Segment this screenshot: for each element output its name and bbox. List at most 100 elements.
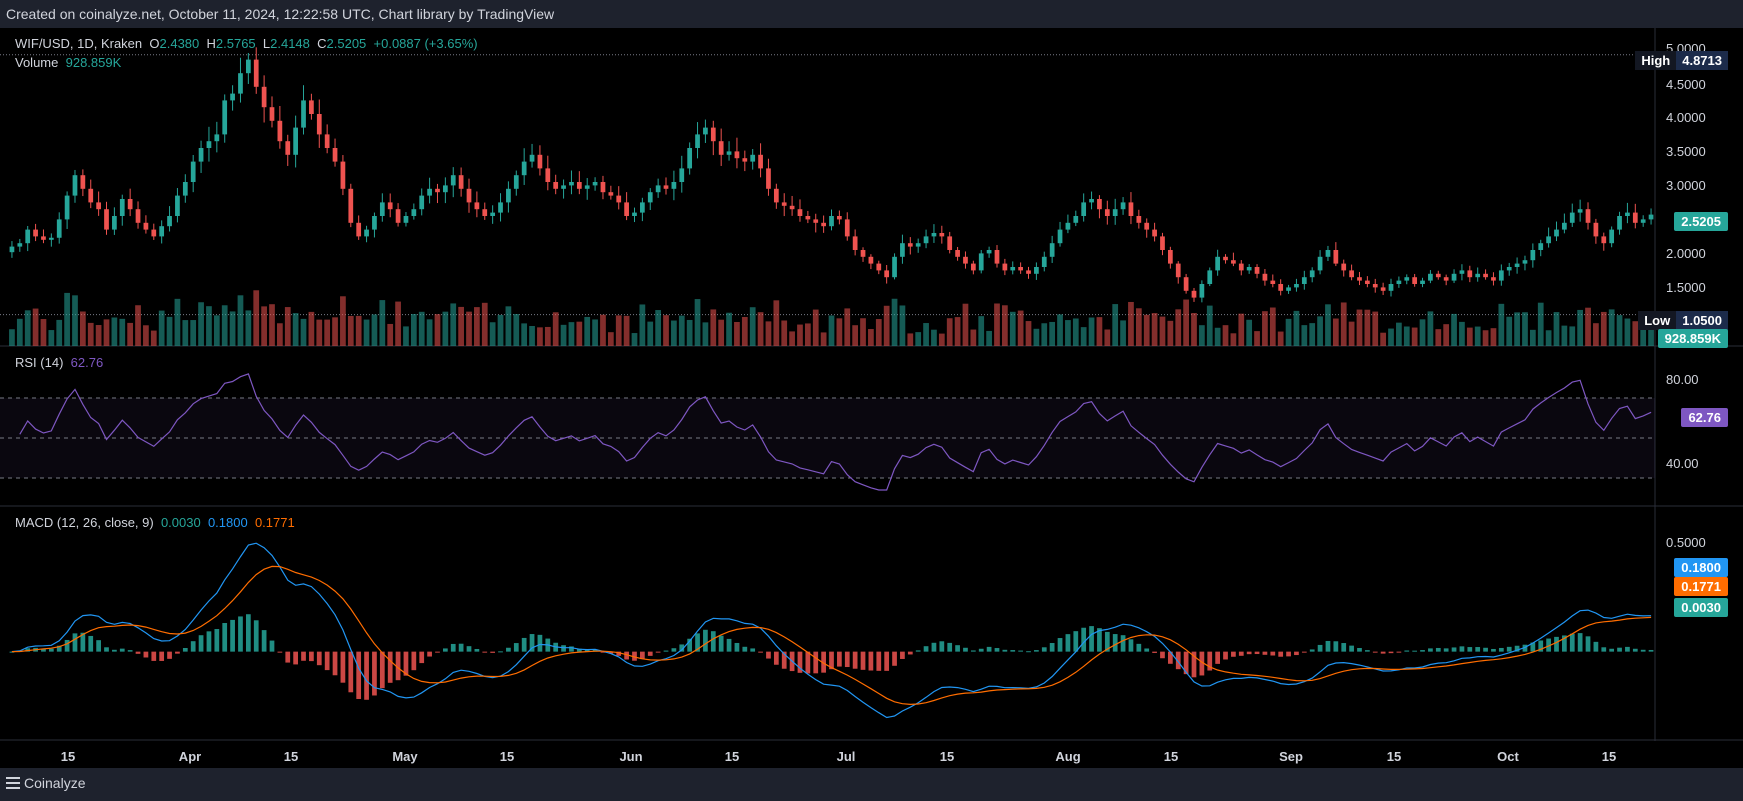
volume-bar — [560, 324, 567, 346]
candle-body — [261, 86, 267, 108]
volume-bar — [749, 307, 756, 346]
macd-histogram-bar — [1404, 650, 1410, 652]
candle-body — [529, 154, 535, 162]
macd-histogram-bar — [1357, 648, 1362, 652]
candle-body — [340, 161, 346, 189]
macd-histogram-bar — [1593, 641, 1599, 652]
macd-histogram-bar — [474, 648, 480, 652]
coinalyze-brand[interactable]: Coinalyze — [6, 772, 85, 794]
volume-bar — [607, 332, 614, 346]
macd-histogram-bar — [1640, 649, 1646, 652]
candle-body — [190, 161, 196, 182]
brand-label: Coinalyze — [24, 775, 86, 791]
candle-body — [17, 243, 23, 247]
macd-legend: MACD (12, 26, close, 9) 0.0030 0.1800 0.… — [15, 515, 295, 530]
macd-histogram-bar — [1435, 647, 1441, 652]
candle-body — [151, 229, 157, 237]
macd-histogram-bar — [230, 619, 235, 652]
candle-body — [1538, 243, 1544, 250]
macd-histogram-bar — [1018, 650, 1023, 652]
price-tick: 4.0000 — [1666, 110, 1706, 125]
volume-bar — [371, 314, 378, 346]
candle-body — [411, 209, 417, 216]
macd-histogram-bar — [892, 651, 897, 666]
candle-body — [884, 270, 890, 278]
candle-body — [135, 209, 141, 223]
candle-body — [1546, 236, 1551, 244]
candle-body — [1420, 280, 1425, 284]
macd-signal-value: 0.1771 — [254, 515, 295, 530]
macd-histogram-bar — [450, 643, 456, 652]
candle-body — [1625, 212, 1630, 216]
volume-bar — [182, 320, 189, 346]
price-tick: 3.0000 — [1666, 178, 1706, 193]
volume-bar — [1340, 302, 1347, 346]
macd-histogram-bar — [182, 648, 188, 652]
volume-bar — [64, 292, 70, 346]
macd-histogram-bar — [750, 648, 756, 652]
macd-histogram-bar — [222, 623, 228, 652]
volume-bar — [395, 301, 401, 346]
candle-body — [600, 182, 606, 193]
macd-histogram-bar — [1609, 648, 1615, 652]
macd-histogram-bar — [947, 642, 953, 652]
time-tick: 15 — [1163, 749, 1179, 764]
volume-bar — [1459, 321, 1465, 346]
volume-bar — [403, 326, 409, 346]
volume-bar — [198, 302, 204, 346]
macd-histogram-bar — [1144, 648, 1150, 652]
candle-body — [773, 188, 779, 203]
chart-area[interactable]: WIF/USD, 1D, Kraken O2.4380 H2.5765 L2.4… — [0, 28, 1743, 768]
macd-histogram-bar — [490, 651, 496, 653]
candle-body — [1451, 273, 1457, 281]
volume-bar — [938, 333, 945, 346]
candle-body — [1467, 270, 1473, 278]
last-price-tag: 2.5205 — [1674, 212, 1728, 231]
time-tick: Apr — [178, 749, 202, 764]
candle-body — [301, 100, 306, 128]
macd-histogram-bar — [931, 642, 937, 652]
candle-body — [703, 127, 708, 135]
candle-body — [1483, 273, 1488, 278]
symbol-label: WIF/USD, 1D, Kraken — [15, 36, 143, 51]
volume-bar — [1569, 326, 1576, 346]
volume-bar — [836, 318, 843, 346]
chart-canvas[interactable] — [0, 28, 1743, 768]
volume-bar — [253, 290, 260, 346]
volume-bar — [1057, 314, 1063, 346]
candle-body — [1238, 263, 1244, 271]
candle-body — [829, 216, 834, 227]
volume-bar — [1403, 326, 1410, 346]
macd-histogram-bar — [1073, 631, 1079, 652]
volume-bar — [119, 318, 126, 346]
macd-histogram-bar — [435, 651, 440, 653]
volume-value: 928.859K — [65, 55, 122, 70]
candle-body — [868, 256, 874, 264]
candle-body — [1498, 270, 1504, 281]
candle-body — [1404, 277, 1410, 281]
candle-body — [1640, 219, 1646, 223]
candle-body — [718, 141, 724, 155]
volume-bar — [213, 315, 220, 346]
macd-histogram-bar — [1270, 651, 1276, 656]
volume-bar — [718, 319, 725, 346]
candle-body — [521, 161, 527, 176]
volume-bar — [1120, 320, 1126, 346]
macd-histogram-bar — [703, 629, 708, 652]
volume-bar — [135, 305, 141, 346]
candle-body — [214, 134, 220, 142]
volume-bar — [1498, 303, 1505, 346]
macd-histogram-bar — [561, 645, 566, 652]
volume-bar — [584, 316, 591, 346]
candle-body — [616, 195, 622, 203]
volume-bar — [481, 302, 488, 346]
volume-bar — [111, 317, 118, 346]
macd-histogram-bar — [1569, 633, 1575, 652]
time-tick: 15 — [939, 749, 955, 764]
volume-bar — [954, 317, 961, 346]
volume-bar — [1041, 323, 1048, 346]
candle-body — [726, 151, 732, 155]
volume-bar — [316, 319, 323, 346]
candle-body — [545, 168, 551, 182]
volume-bar — [379, 300, 386, 346]
